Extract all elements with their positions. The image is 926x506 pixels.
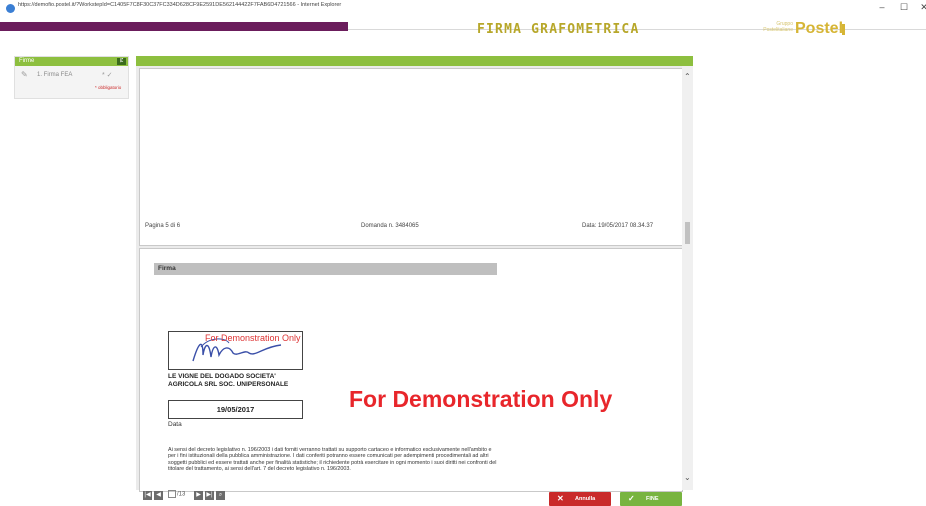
privacy-notice: Ai sensi del decreto legislativo n. 196/… [168, 447, 497, 472]
finish-button-label: FINE [646, 496, 659, 502]
postel-logo-mark [842, 24, 845, 35]
panel-toggle-icon[interactable]: Ȼ [117, 58, 126, 65]
first-page-button[interactable]: |◀ [143, 491, 152, 500]
page-indicator: /13 [168, 490, 185, 498]
cancel-button-label: Annulla [575, 496, 596, 502]
signer-company-line2: AGRICOLA SRL SOC. UNIPERSONALE [168, 381, 289, 388]
page-number-input[interactable] [168, 490, 176, 498]
section-title: Firma [158, 265, 176, 272]
app-title: FIRMA GRAFOMETRICA [477, 22, 640, 37]
signatures-panel-title: Firme [19, 58, 35, 64]
signer-company-line1: LE VIGNE DEL DOGADO SOCIETA' [168, 373, 276, 380]
prev-page-button[interactable]: ◀ [154, 491, 163, 500]
demo-watermark: For Demonstration Only [349, 386, 613, 412]
signature-item-firma-fea[interactable]: ✎ 1. Firma FEA * ✓ [15, 70, 128, 82]
next-page-button[interactable]: ▶ [194, 491, 203, 500]
last-page-button[interactable]: ▶| [205, 491, 214, 500]
browser-url: https://demofio.postel.it/?WorkstepId=C1… [18, 2, 342, 8]
finish-button[interactable]: ✓ FINE [620, 492, 682, 506]
postel-logo: Postel [795, 20, 844, 37]
document-scrollbar[interactable]: ⌃ ⌄ [682, 66, 693, 490]
maximize-button[interactable]: ☐ [898, 2, 910, 13]
close-window-button[interactable]: ✕ [918, 2, 926, 13]
header-purple-bar [0, 22, 348, 31]
signatures-panel: Firme Ȼ ✎ 1. Firma FEA * ✓ * obbligatori… [14, 56, 129, 99]
signer-company: LE VIGNE DEL DOGADO SOCIETA' AGRICOLA SR… [168, 373, 288, 389]
signature-item-label: 1. Firma FEA [37, 72, 73, 78]
page-footer-domanda: Domanda n. 3484065 [361, 223, 419, 229]
signature-date-field: 19/05/2017 [168, 400, 303, 419]
pen-icon: ✎ [21, 70, 28, 79]
date-label: Data [168, 421, 182, 428]
signature-field[interactable]: For Demonstration Only [168, 331, 303, 370]
scroll-down-icon[interactable]: ⌄ [684, 473, 691, 482]
cancel-button[interactable]: ✕ Annulla [549, 492, 611, 506]
scroll-thumb[interactable] [685, 222, 690, 244]
required-note: * obbligatorio [95, 85, 122, 90]
page-footer-date: Data: 19/05/2017 08.34.37 [582, 223, 654, 229]
logo-group-text: Gruppo Postelitaliane [763, 21, 793, 33]
page-total: /13 [177, 491, 186, 498]
signature-item-status: * ✓ [102, 72, 113, 79]
section-header-firma: Firma [154, 263, 497, 275]
zoom-icon[interactable]: ⌕ [216, 491, 225, 500]
minimize-button[interactable]: – [876, 2, 888, 12]
viewer-top-bar [136, 56, 693, 66]
signatures-panel-header: Firme Ȼ [15, 57, 128, 66]
document-page-6: Firma For Demonstration Only LE VIGNE DE… [139, 248, 683, 492]
internet-explorer-icon [6, 4, 15, 13]
browser-titlebar: https://demofio.postel.it/?WorkstepId=C1… [0, 0, 926, 22]
page-footer-page: Pagina 5 di 6 [145, 223, 181, 229]
scroll-up-icon[interactable]: ⌃ [684, 72, 691, 81]
document-page-5: Pagina 5 di 6 Domanda n. 3484065 Data: 1… [139, 68, 683, 246]
signature-demo-text: For Demonstration Only [205, 333, 301, 343]
close-icon: ✕ [557, 494, 564, 503]
check-icon: ✓ [628, 494, 635, 503]
